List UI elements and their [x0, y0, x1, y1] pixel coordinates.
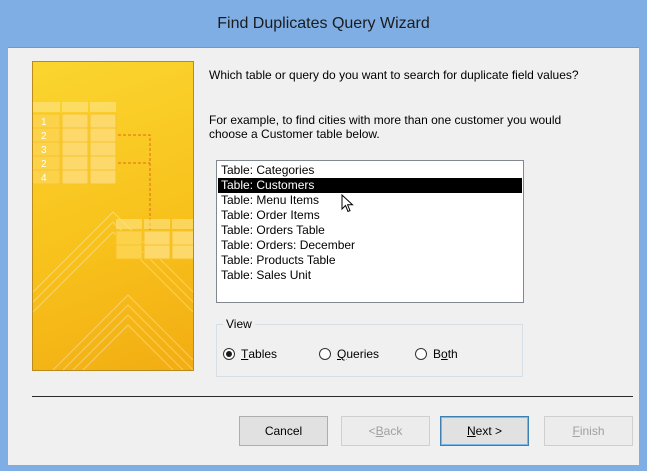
finish-button-accel: F	[572, 424, 580, 438]
illustration-row-number: 2	[41, 159, 47, 170]
back-button-prefix: <	[368, 424, 376, 438]
radio-both-accel: o	[441, 347, 448, 361]
view-group-legend: View	[223, 317, 255, 331]
window-frame-right	[639, 47, 647, 471]
list-item[interactable]: Table: Order Items	[218, 208, 522, 223]
next-button[interactable]: Next >	[440, 416, 529, 446]
next-button-label: ext >	[475, 424, 503, 438]
radio-tables[interactable]: Tables	[223, 347, 277, 361]
table-query-listbox[interactable]: Table: Categories Table: Customers Table: …	[216, 160, 524, 303]
cancel-button[interactable]: Cancel	[239, 416, 328, 446]
mouse-pointer-icon	[341, 194, 354, 213]
list-item[interactable]: Table: Orders: December	[218, 238, 522, 253]
window-frame-bottom	[0, 465, 647, 471]
radio-queries-indicator[interactable]	[319, 348, 331, 360]
illustration-row-number: 2	[41, 131, 47, 142]
list-item[interactable]: Table: Products Table	[218, 253, 522, 268]
title-bar: Find Duplicates Query Wizard	[0, 0, 647, 48]
radio-both-prefix: B	[433, 347, 442, 361]
finish-button[interactable]: Finish	[544, 416, 633, 446]
example-text: For example, to find cities with more th…	[209, 113, 609, 141]
back-button-accel: B	[375, 424, 384, 438]
window-frame-left	[0, 47, 8, 471]
wizard-illustration: 1232422	[32, 61, 194, 371]
example-line-2: choose a Customer table below.	[209, 127, 380, 141]
list-item[interactable]: Table: Categories	[218, 163, 522, 178]
list-item[interactable]: Table: Orders Table	[218, 223, 522, 238]
radio-both-indicator[interactable]	[415, 348, 427, 360]
radio-tables-label: ables	[248, 347, 278, 361]
list-item[interactable]: Table: Customers	[218, 178, 522, 193]
radio-queries-label: ueries	[346, 347, 380, 361]
button-separator	[32, 396, 633, 397]
radio-tables-accel: T	[241, 347, 249, 361]
list-item[interactable]: Table: Sales Unit	[218, 268, 522, 283]
list-item[interactable]: Table: Menu Items	[218, 193, 522, 208]
question-text: Which table or query do you want to sear…	[209, 68, 579, 82]
window-title: Find Duplicates Query Wizard	[217, 14, 430, 32]
radio-both[interactable]: Bo th	[415, 347, 458, 361]
radio-tables-indicator[interactable]	[223, 348, 235, 360]
radio-queries-accel: Q	[337, 347, 347, 361]
illustration-row-number: 3	[41, 145, 47, 156]
example-line-1: For example, to find cities with more th…	[209, 113, 562, 127]
radio-both-label: th	[447, 347, 458, 361]
back-button-label: ack	[383, 424, 403, 438]
radio-queries[interactable]: Queries	[319, 347, 379, 361]
cancel-button-label: Cancel	[264, 424, 303, 438]
illustration-row-number: 4	[41, 173, 47, 184]
finish-button-label: inish	[579, 424, 605, 438]
illustration-row-number: 1	[41, 117, 47, 128]
back-button[interactable]: < Back	[341, 416, 430, 446]
next-button-accel: N	[466, 424, 476, 438]
